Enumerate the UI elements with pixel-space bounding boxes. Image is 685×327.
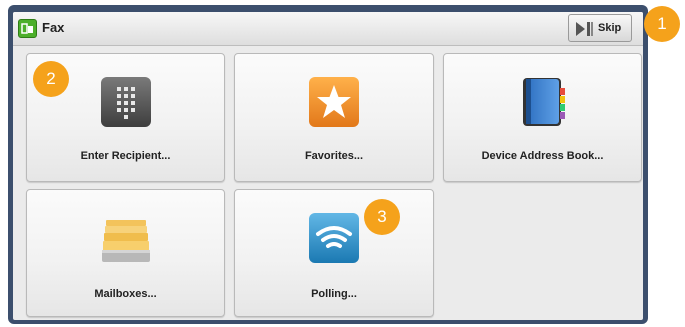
enter-recipient-label: Enter Recipient... (80, 150, 171, 162)
callout-badge-1: 1 (644, 6, 680, 42)
polling-button[interactable]: Polling... (234, 189, 434, 317)
skip-icon (576, 22, 593, 36)
callout-badge-3: 3 (364, 199, 400, 235)
favorites-label: Favorites... (304, 150, 364, 162)
mailbox-folders-icon (101, 220, 150, 262)
skip-button[interactable]: Skip (568, 14, 632, 42)
keypad-icon (100, 77, 151, 127)
callout-badge-2: 2 (33, 61, 69, 97)
polling-label: Polling... (311, 288, 357, 300)
title-bar (13, 12, 643, 46)
device-address-book-label: Device Address Book... (481, 150, 604, 162)
mailboxes-button[interactable]: Mailboxes... (26, 189, 225, 317)
star-icon (309, 77, 359, 127)
fax-app-icon (18, 19, 37, 38)
mailboxes-label: Mailboxes... (94, 288, 157, 300)
address-book-icon (522, 78, 565, 126)
favorites-button[interactable]: Favorites... (234, 53, 434, 182)
wifi-polling-icon (309, 213, 359, 263)
skip-button-label: Skip (598, 22, 622, 34)
device-address-book-button[interactable]: Device Address Book... (443, 53, 642, 182)
page-title: Fax (42, 20, 65, 35)
